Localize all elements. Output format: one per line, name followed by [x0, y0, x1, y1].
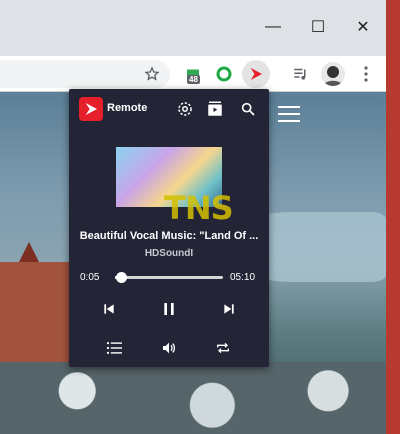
minimize-button[interactable]: — — [258, 14, 288, 40]
elapsed-time: 0:05 — [80, 272, 100, 283]
desktop-edge — [386, 0, 400, 434]
youtube-tab-icon[interactable] — [204, 98, 226, 120]
title-bar: — ☐ ✕ — [0, 0, 386, 56]
queue-music-icon[interactable] — [289, 62, 313, 86]
settings-icon[interactable] — [174, 98, 196, 120]
playlist-icon[interactable] — [102, 336, 128, 360]
volume-icon[interactable] — [156, 336, 182, 360]
extension-badge: 48 — [187, 75, 200, 84]
duration: 05:10 — [230, 272, 256, 283]
app-name: Remote — [107, 102, 148, 114]
seek-bar[interactable] — [115, 272, 223, 283]
page-menu-icon[interactable] — [278, 106, 300, 122]
trees-image — [0, 362, 386, 434]
browser-toolbar: 48 — [0, 56, 386, 92]
song-title: Beautiful Vocal Music: "Land Of ... — [79, 230, 259, 242]
maximize-button[interactable]: ☐ — [303, 14, 333, 40]
pause-icon[interactable] — [156, 297, 182, 321]
app-logo — [79, 97, 103, 121]
remote-popup: Remote TNS Beautiful Vocal Music: "Land … — [69, 89, 269, 367]
star-icon[interactable] — [140, 62, 164, 86]
avatar[interactable] — [321, 62, 345, 86]
repeat-icon[interactable] — [210, 336, 236, 360]
close-button[interactable]: ✕ — [348, 14, 378, 40]
youtube-remote-icon[interactable] — [242, 60, 270, 88]
artist-name: HDSoundI — [144, 248, 194, 259]
next-icon[interactable] — [216, 297, 242, 321]
green-ring-icon[interactable] — [212, 62, 236, 86]
tns-watermark: TNS — [164, 189, 234, 227]
previous-icon[interactable] — [96, 297, 122, 321]
seek-handle[interactable] — [115, 272, 127, 283]
more-vert-icon[interactable] — [354, 62, 378, 86]
search-icon[interactable] — [237, 98, 259, 120]
